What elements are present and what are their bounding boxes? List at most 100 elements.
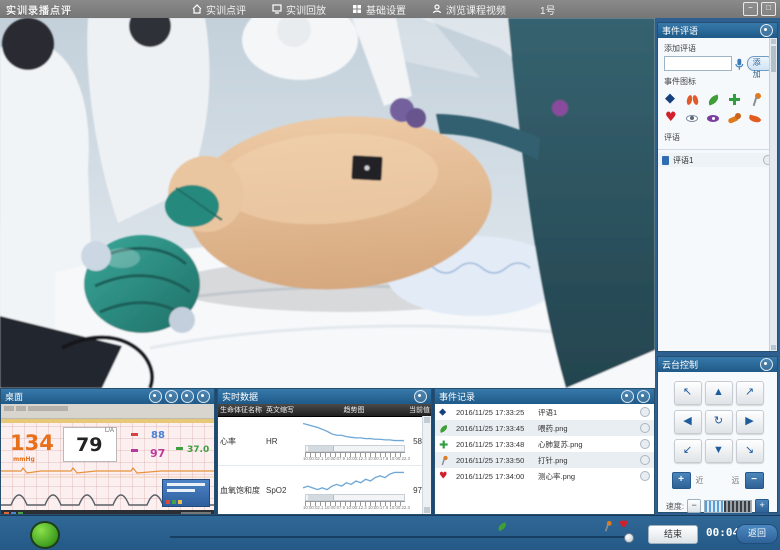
panel-title: 事件记录: [439, 390, 475, 403]
zoom-in-button[interactable]: +: [672, 472, 691, 489]
speed-minus-button[interactable]: −: [687, 499, 701, 513]
table-row[interactable]: 2016/11/25 17:33:45 喂药.png: [435, 420, 654, 436]
zoom-far-label: 远: [732, 475, 740, 486]
timeline-event-marker[interactable]: [602, 521, 615, 534]
speed-level-bar[interactable]: [704, 500, 752, 513]
row-action-icon[interactable]: [640, 407, 650, 417]
hr-trend-chart: 10:00:02.1 10:00:07.9 10:00:12.3 10:00:1…: [299, 419, 409, 463]
event-icon[interactable]: [707, 93, 720, 106]
settings-icon: [352, 4, 362, 14]
add-comment-label: 添加评语: [658, 38, 777, 56]
export-icon[interactable]: [621, 390, 634, 403]
event-file: 评语1: [538, 407, 636, 418]
settings-icon[interactable]: [197, 390, 210, 403]
tab-playback[interactable]: 实训回放: [272, 2, 326, 17]
event-icon[interactable]: [665, 112, 678, 125]
ptz-direction-grid: ↖ ▲ ↗ ◀ ↻ ▶ ↙ ▼ ↘: [658, 372, 777, 463]
pan-down-right-button[interactable]: ↘: [736, 439, 764, 463]
timeline-event-marker[interactable]: [497, 521, 510, 534]
row-action-icon[interactable]: [640, 471, 650, 481]
event-record-list: 2016/11/25 17:33:25 评语1 2016/11/25 17:33…: [435, 404, 654, 514]
monitor-window-chrome: [1, 404, 214, 419]
row-action-icon[interactable]: [640, 439, 650, 449]
pan-up-button[interactable]: ▲: [705, 381, 733, 405]
timeline-slider[interactable]: [170, 536, 630, 538]
panel-title: 实时数据: [222, 390, 258, 403]
chart-hscrollbar[interactable]: [305, 445, 405, 452]
refresh-icon[interactable]: [637, 390, 650, 403]
event-type-icon: [439, 439, 448, 448]
record-icon[interactable]: [149, 390, 162, 403]
col-value: 当前值: [409, 405, 431, 415]
event-icon-grid: [658, 89, 775, 127]
collapse-icon[interactable]: [760, 24, 773, 37]
event-type-icon: [439, 455, 448, 464]
speed-label: 速度:: [666, 501, 684, 512]
table-row[interactable]: 2016/11/25 17:33:25 评语1: [435, 404, 654, 420]
table-row[interactable]: 2016/11/25 17:33:50 打针.png: [435, 452, 654, 468]
chart-hscrollbar[interactable]: [305, 494, 405, 501]
table-row[interactable]: 2016/11/25 17:34:00 测心率.png: [435, 468, 654, 484]
collapse-icon[interactable]: [760, 358, 773, 371]
col-abbr: 英文缩写: [266, 405, 299, 415]
timeline-markers: [170, 521, 630, 535]
fullscreen-icon[interactable]: [181, 390, 194, 403]
timeline-handle[interactable]: [624, 533, 634, 543]
user-icon: [432, 4, 442, 14]
pan-down-left-button[interactable]: ↙: [674, 439, 702, 463]
tab-course-video[interactable]: 浏览课程视频: [432, 2, 506, 17]
event-icon[interactable]: [749, 112, 762, 125]
bp-label: L/A: [105, 428, 114, 434]
pan-up-right-button[interactable]: ↗: [736, 381, 764, 405]
event-icon[interactable]: [686, 112, 699, 125]
event-icon[interactable]: [707, 112, 720, 125]
comment-list-item[interactable]: 评语1: [658, 153, 777, 167]
event-comment-header: 事件评语: [658, 23, 777, 38]
minimize-button[interactable]: −: [743, 2, 758, 16]
zoom-near-label: 近: [696, 475, 704, 486]
vital-abbr: SpO2: [266, 486, 299, 495]
event-icon[interactable]: [728, 93, 741, 106]
pan-up-left-button[interactable]: ↖: [674, 381, 702, 405]
speed-plus-button[interactable]: +: [755, 499, 769, 513]
tab-review[interactable]: 实训点评: [192, 2, 246, 17]
mic-icon[interactable]: [735, 58, 744, 70]
event-record-header: 事件记录: [435, 389, 654, 404]
video-feed: [0, 18, 655, 388]
col-name: 生命体征名称: [218, 405, 266, 415]
realtime-header: 实时数据: [218, 389, 431, 404]
vital-abbr: HR: [266, 437, 299, 446]
zoom-out-button[interactable]: −: [745, 472, 764, 489]
row-action-icon[interactable]: [640, 455, 650, 465]
pan-left-button[interactable]: ◀: [674, 410, 702, 434]
bp-value: 79: [76, 434, 102, 456]
event-icon[interactable]: [686, 93, 699, 106]
desktop-capture-panel: 桌面 134 mmHg L/A 79 88 97 37.0: [0, 388, 215, 515]
top-bar: 实训录播点评 实训点评 实训回放 基础设置 浏览课程视频 1号 − □: [0, 0, 780, 18]
comment-scrollbar[interactable]: [769, 38, 777, 351]
panel-title: 桌面: [5, 390, 23, 403]
ptz-control-panel: 云台控制 ↖ ▲ ↗ ◀ ↻ ▶ ↙ ▼ ↘ + 近: [657, 356, 778, 513]
event-type-icon: [439, 471, 448, 480]
event-time: 2016/11/25 17:33:25: [456, 408, 534, 417]
end-button[interactable]: 结束: [648, 525, 698, 544]
pan-right-button[interactable]: ▶: [736, 410, 764, 434]
pause-icon[interactable]: [165, 390, 178, 403]
pan-down-button[interactable]: ▼: [705, 439, 733, 463]
event-icon[interactable]: [665, 93, 678, 106]
maximize-button[interactable]: □: [761, 2, 776, 16]
event-icon[interactable]: [728, 112, 741, 125]
comment-input[interactable]: [664, 56, 732, 71]
ptz-reset-button[interactable]: ↻: [705, 410, 733, 434]
time-ticks: 10:00:02.1 10:00:07.9 10:00:12.3 10:00:1…: [303, 457, 410, 461]
table-row[interactable]: 2016/11/25 17:33:48 心肺复苏.png: [435, 436, 654, 452]
app-window: 实训录播点评 实训点评 实训回放 基础设置 浏览课程视频 1号 − □: [0, 0, 780, 549]
event-icon[interactable]: [749, 93, 762, 106]
panel-menu-icon[interactable]: [414, 390, 427, 403]
row-action-icon[interactable]: [640, 423, 650, 433]
realtime-scrollbar[interactable]: [422, 416, 431, 514]
spo2-value: 97: [150, 447, 165, 460]
realtime-data-panel: 实时数据 生命体征名称 英文缩写 趋势图 当前值 心率 HR 10:00:02.…: [217, 388, 432, 515]
tab-settings[interactable]: 基础设置: [352, 2, 406, 17]
back-button[interactable]: 返回: [736, 524, 778, 544]
